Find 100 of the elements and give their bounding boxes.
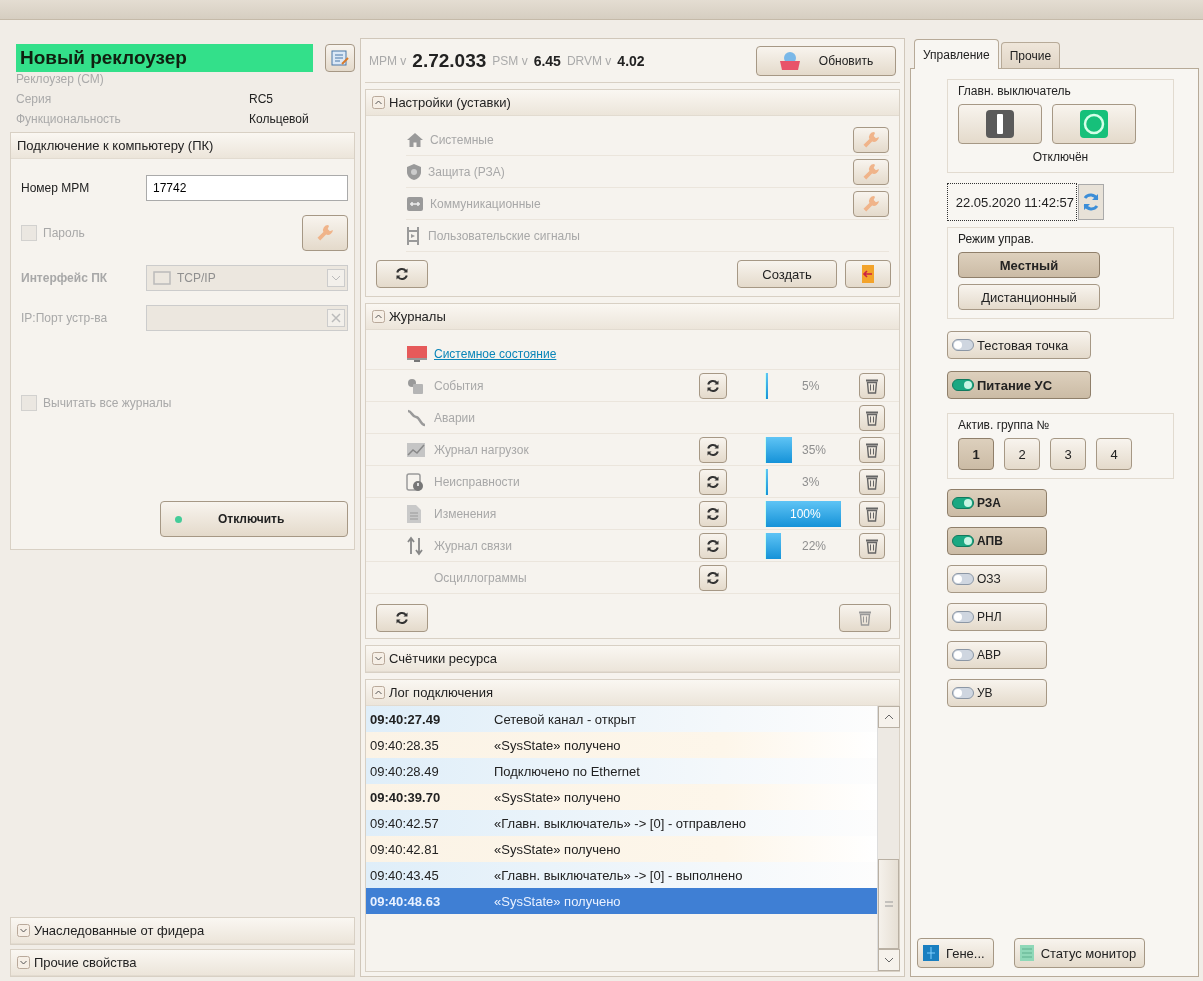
journal-link[interactable]: Системное состояние	[434, 346, 695, 361]
log-row[interactable]: 09:40:39.70 «SysState» получено	[366, 784, 877, 810]
trash-icon	[858, 610, 872, 626]
collapse-icon	[372, 310, 385, 323]
progress-reading: 22%	[802, 538, 827, 553]
breaker-status: Отключён	[1031, 150, 1090, 164]
trash-icon	[865, 441, 879, 458]
toggle-button[interactable]: УВ	[947, 679, 1047, 707]
log-time: 09:40:28.49	[370, 763, 440, 779]
toggle-button[interactable]: АПВ	[947, 527, 1047, 555]
group-button[interactable]: 4	[1096, 438, 1132, 470]
exit-icon	[861, 264, 875, 284]
section-header[interactable]: Настройки (уставки)	[366, 90, 899, 116]
status-dot-icon	[175, 515, 182, 523]
delete-button[interactable]	[839, 604, 891, 632]
refresh-icon	[706, 378, 720, 393]
clear-icon	[327, 309, 345, 327]
property-value: RC5	[249, 92, 274, 106]
chevron-down-icon	[327, 269, 345, 287]
export-button[interactable]	[845, 260, 891, 288]
log-row[interactable]: 09:40:42.81 «SysState» получено	[366, 836, 877, 862]
list-icon	[1018, 944, 1035, 962]
switch-icon	[952, 535, 974, 547]
edit-settings-button[interactable]	[853, 126, 889, 153]
generator-button[interactable]: Гене...	[917, 938, 994, 968]
expand-icon	[372, 652, 385, 665]
status-monitor-button[interactable]: Статус монитор	[1013, 938, 1146, 968]
mpm-number-field[interactable]: 17742	[146, 175, 348, 201]
section-header: Подключение к компьютеру (ПК)	[11, 133, 354, 159]
section-header[interactable]: Счётчики ресурса	[366, 646, 899, 672]
log-time: 09:40:43.45	[370, 867, 440, 883]
toggle-button[interactable]: АВР	[947, 641, 1047, 669]
chevron-down-icon	[884, 957, 894, 963]
wrench-icon	[862, 162, 880, 181]
toggle-button[interactable]: РНЛ	[947, 603, 1047, 631]
log-time: 09:40:28.35	[370, 737, 440, 753]
device-name: Новый реклоузер	[16, 44, 313, 72]
switch-icon	[952, 379, 974, 391]
network-card-icon	[153, 271, 171, 285]
create-button[interactable]: Создать	[737, 260, 837, 288]
toggle-button[interactable]: Питание УС	[947, 371, 1091, 399]
toggle-button[interactable]: РЗА	[947, 489, 1047, 517]
group-button[interactable]: 1	[958, 438, 994, 470]
mode-button[interactable]: Дистанционный	[958, 284, 1100, 310]
house-icon	[406, 131, 424, 148]
log-message: «Главн. выключатель» -> [0] - выполнено	[494, 867, 744, 883]
collapse-icon	[372, 96, 385, 109]
edit-settings-button[interactable]	[853, 190, 889, 217]
refresh-button[interactable]	[376, 604, 428, 632]
section-header[interactable]: Журналы	[366, 304, 899, 330]
progress-reading: 100%	[790, 506, 821, 521]
log-message: «Главн. выключатель» -> [0] - отправлено	[494, 815, 748, 831]
section-header[interactable]: Унаследованные от фидера	[11, 918, 354, 944]
edit-button[interactable]	[325, 44, 355, 72]
chip-icon	[922, 944, 940, 962]
refresh-button[interactable]	[376, 260, 428, 288]
log-row[interactable]: 09:40:28.35 «SysState» получено	[366, 732, 877, 758]
group-title: Актив. группа №	[958, 418, 1051, 432]
switch-icon	[952, 573, 974, 585]
progress-reading: 3%	[802, 474, 820, 489]
open-breaker-button[interactable]	[1052, 104, 1136, 144]
log-row[interactable]: 09:40:48.63 «SysState» получено	[366, 888, 877, 914]
switch-icon	[952, 649, 974, 661]
close-breaker-button[interactable]	[958, 104, 1042, 144]
update-button[interactable]: Обновить	[756, 45, 896, 76]
log-row[interactable]: 09:40:42.57 «Главн. выключатель» -> [0] - отправлено	[366, 810, 877, 836]
log-row[interactable]: 09:40:28.49 Подключено по Ethernet	[366, 758, 877, 784]
refresh-icon	[706, 570, 720, 585]
section-header[interactable]: Лог подключения	[366, 680, 899, 706]
property-label: Серия	[16, 92, 53, 106]
log-message: «SysState» получено	[494, 789, 622, 805]
toggle-button[interactable]: Тестовая точка	[947, 331, 1091, 359]
group-button[interactable]: 3	[1050, 438, 1086, 470]
field-label: Номер МРМ	[21, 181, 91, 195]
datetime-field[interactable]: 22.05.2020 11:42:57	[947, 183, 1077, 221]
log-time: 09:40:27.49	[370, 711, 442, 727]
section-header[interactable]: Прочие свойства	[11, 950, 354, 976]
edit-settings-button[interactable]	[853, 158, 889, 185]
group-button[interactable]: 2	[1004, 438, 1040, 470]
toggle-button[interactable]: ОЗЗ	[947, 565, 1047, 593]
log-row[interactable]: 09:40:43.45 «Главн. выключатель» -> [0] - выполнено	[366, 862, 877, 888]
property-value: Кольцевой	[249, 112, 310, 126]
sync-icon	[1081, 192, 1101, 212]
scrollbar-thumb[interactable]	[878, 859, 899, 949]
ip-port-field[interactable]	[146, 305, 348, 331]
trash-icon	[865, 505, 879, 522]
key-button[interactable]	[302, 215, 348, 251]
field-label: IP:Порт устр-ва	[21, 311, 109, 325]
sync-button[interactable]	[1078, 184, 1104, 220]
disconnect-button[interactable]: Отключить	[160, 501, 348, 537]
tab[interactable]: Управление	[914, 39, 999, 69]
collapse-icon	[372, 686, 385, 699]
log-row[interactable]: 09:40:27.49 Сетевой канал - открыт	[366, 706, 877, 732]
mode-button[interactable]: Местный	[958, 252, 1100, 278]
switch-icon	[952, 339, 974, 351]
arrows-icon	[406, 535, 424, 556]
log-message: Подключено по Ethernet	[494, 763, 641, 779]
version-number: 2.72.033	[412, 49, 487, 72]
group-title: Режим управ.	[958, 232, 1035, 246]
tab[interactable]: Прочие	[1000, 42, 1061, 68]
